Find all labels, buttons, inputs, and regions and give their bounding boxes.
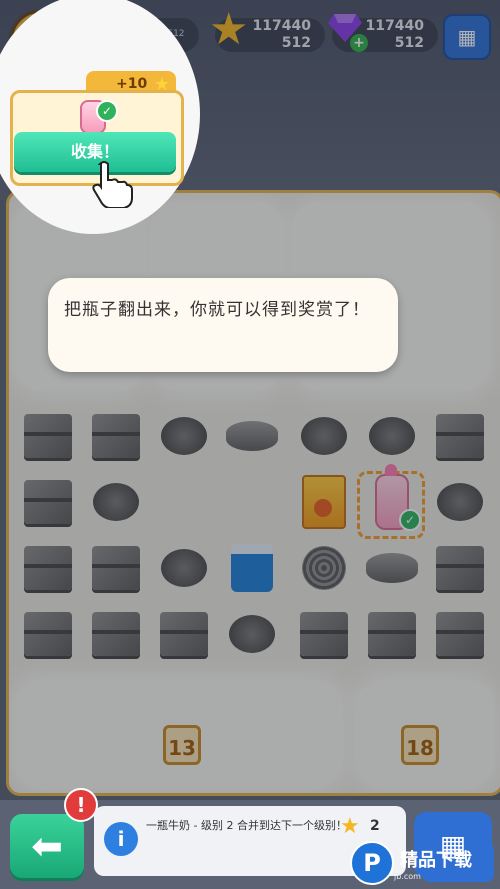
board-cell[interactable] xyxy=(427,601,493,667)
locked-item xyxy=(161,549,207,587)
locked-box xyxy=(368,612,416,656)
watermark-text: 精品下载 xyxy=(400,849,472,871)
locked-item xyxy=(161,417,207,455)
locked-box xyxy=(24,546,72,590)
board-cell[interactable] xyxy=(219,601,285,667)
locked-item xyxy=(369,417,415,455)
star-icon: ★ xyxy=(340,814,360,839)
back-arrow-icon: ⬅ xyxy=(31,824,63,868)
alert-badge: ! xyxy=(64,788,98,822)
locked-box xyxy=(92,546,140,590)
gems-counter[interactable]: + 117440 512 xyxy=(328,14,438,52)
gems-value-line1: 117440 xyxy=(365,18,424,34)
locked-box xyxy=(24,480,72,524)
board-cell[interactable] xyxy=(291,469,357,535)
board-cell[interactable] xyxy=(83,601,149,667)
board-cell-selected[interactable]: ✓ xyxy=(359,464,425,535)
pointing-hand-icon xyxy=(92,161,133,208)
tutorial-message: 把瓶子翻出来，你就可以得到奖赏了！ xyxy=(64,300,370,320)
check-icon: ✓ xyxy=(399,509,421,531)
stars-value-line1: 117440 xyxy=(252,18,311,34)
board-cell[interactable] xyxy=(15,403,81,469)
locked-item xyxy=(226,421,278,451)
board-cell[interactable] xyxy=(291,535,357,601)
board-cell[interactable] xyxy=(359,601,425,667)
locked-box xyxy=(436,612,484,656)
board-cell[interactable] xyxy=(15,601,81,667)
shop-icon: ▦ xyxy=(457,25,477,49)
board-cell[interactable] xyxy=(359,535,425,601)
board-cell[interactable] xyxy=(427,469,493,535)
locked-box xyxy=(436,414,484,458)
locked-item xyxy=(229,615,275,653)
locked-box xyxy=(436,546,484,590)
calendar-day: 18 xyxy=(406,736,434,760)
watermark: P 精品下载 jb.com xyxy=(350,840,500,886)
juice-box-item xyxy=(302,475,346,529)
milk-bottle-icon: ✓ xyxy=(80,100,118,134)
star-icon: ★ xyxy=(209,4,249,55)
info-icon[interactable]: i xyxy=(104,822,138,856)
board-cell[interactable] xyxy=(219,403,285,469)
info-mark: i xyxy=(117,827,125,851)
cooler-item xyxy=(231,544,273,592)
locked-box xyxy=(24,414,72,458)
board-cell[interactable] xyxy=(219,535,285,601)
locked-box xyxy=(92,612,140,656)
locked-box xyxy=(92,414,140,458)
board-cell[interactable] xyxy=(427,535,493,601)
calendar-lock-icon[interactable]: 13 xyxy=(163,725,201,765)
undo-button[interactable]: ⬅ xyxy=(10,814,84,878)
calendar-lock-icon[interactable]: 18 xyxy=(401,725,439,765)
locked-box xyxy=(300,612,348,656)
locked-item xyxy=(366,553,418,583)
locked-box xyxy=(160,612,208,656)
item-description: 一瓶牛奶 - 级别 2 合并到达下一个级别！ xyxy=(146,819,347,832)
board-cell[interactable] xyxy=(15,535,81,601)
check-icon: ✓ xyxy=(96,100,118,122)
board-cell[interactable] xyxy=(151,535,217,601)
board-cell[interactable] xyxy=(15,469,81,535)
alert-mark: ! xyxy=(76,793,86,817)
board-cell[interactable] xyxy=(291,403,357,469)
locked-item xyxy=(437,483,483,521)
tutorial-speech-bubble: 把瓶子翻出来，你就可以得到奖赏了！ xyxy=(48,278,398,372)
locked-item xyxy=(93,483,139,521)
board-cell[interactable] xyxy=(83,403,149,469)
locked-box xyxy=(24,612,72,656)
board-cell[interactable] xyxy=(151,403,217,469)
board-cell[interactable] xyxy=(83,469,149,535)
shop-button[interactable]: ▦ xyxy=(443,14,491,60)
locked-item xyxy=(302,546,346,590)
board-cell[interactable] xyxy=(359,403,425,469)
gems-value-line2: 512 xyxy=(394,35,424,51)
calendar-day: 13 xyxy=(168,736,196,760)
add-gems-icon[interactable]: + xyxy=(350,34,368,52)
board-cell[interactable] xyxy=(83,535,149,601)
stars-counter[interactable]: ★ 117440 512 xyxy=(209,8,325,52)
star-reward-count: 2 xyxy=(370,818,380,834)
locked-item xyxy=(301,417,347,455)
board-cell[interactable] xyxy=(427,403,493,469)
board-cell[interactable] xyxy=(151,601,217,667)
stars-value-line2: 512 xyxy=(281,35,311,51)
watermark-logo: P xyxy=(350,841,394,885)
board-cell[interactable] xyxy=(291,601,357,667)
watermark-sub: jb.com xyxy=(394,871,421,881)
